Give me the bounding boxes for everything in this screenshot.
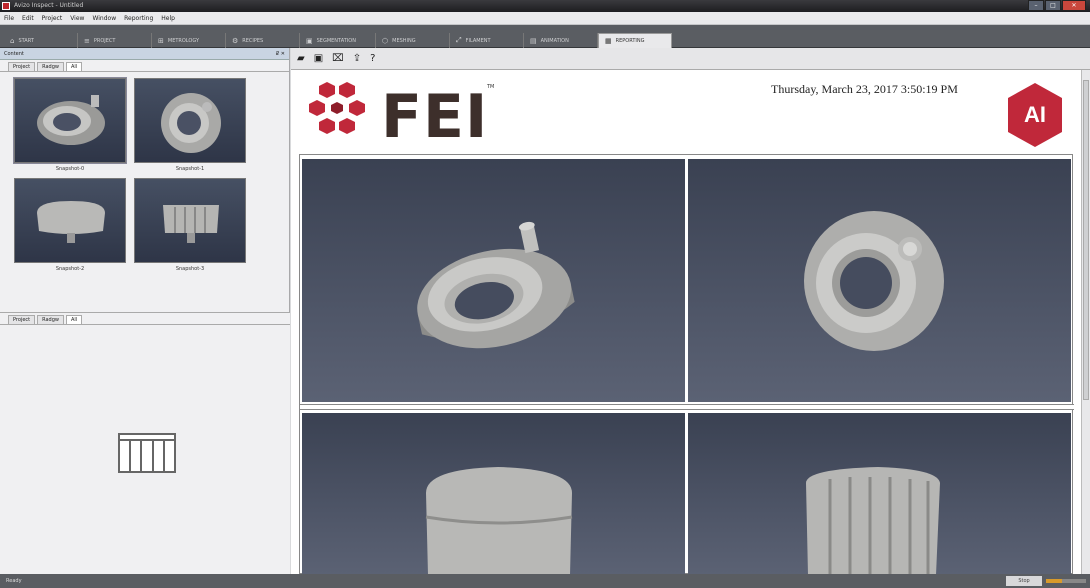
snapshot-thumbnail[interactable] <box>14 178 126 263</box>
menu-window[interactable]: Window <box>92 15 116 22</box>
gear-part-image <box>806 467 940 575</box>
gear-part-image <box>417 221 575 349</box>
ai-badge: AI <box>1006 82 1064 148</box>
list-icon: ≡ <box>84 36 90 45</box>
content-panel-title: Content <box>4 50 24 57</box>
status-text: Ready <box>6 578 22 584</box>
gear-part-image <box>161 93 221 153</box>
progress-bar <box>1046 579 1086 583</box>
properties-panel: Project Radgw All <box>0 312 290 574</box>
grid-divider <box>300 404 1074 410</box>
tab-reporting[interactable]: ▦ REPORTING <box>598 33 672 48</box>
lower-tabs: Project Radgw All <box>0 313 290 325</box>
tab-project[interactable]: ≡ PROJECT <box>78 33 152 48</box>
snapshot-label: Snapshot-2 <box>55 266 85 272</box>
tab-animation[interactable]: ▤ ANIMATION <box>524 33 598 48</box>
table-icon <box>118 433 176 473</box>
tab-project-lower[interactable]: Project <box>8 315 36 324</box>
content-tabs: Project Radgw All <box>0 60 289 72</box>
grid-icon: ⊞ <box>158 36 164 45</box>
window-title: Avizo Inspect - Untitled <box>14 2 84 9</box>
menu-file[interactable]: File <box>4 15 14 22</box>
snapshot-thumbnail[interactable] <box>134 78 246 163</box>
snapshot-grid <box>299 154 1074 575</box>
gear-part-image <box>804 211 944 351</box>
film-icon: ▤ <box>530 36 537 45</box>
report-icon: ▦ <box>605 37 612 45</box>
snapshot-label: Snapshot-0 <box>55 166 85 172</box>
menu-help[interactable]: Help <box>161 15 175 22</box>
help-icon[interactable]: ? <box>370 53 375 64</box>
trademark: TM <box>487 84 495 90</box>
tab-recipes[interactable]: ⚙ RECIPES <box>226 33 300 48</box>
menu-bar: File Edit Project View Window Reporting … <box>0 12 1090 25</box>
app-icon <box>2 2 10 10</box>
tab-all-lower[interactable]: All <box>65 315 83 324</box>
status-bar: Ready Stop <box>0 574 1090 588</box>
title-bar: Avizo Inspect - Untitled – □ ✕ <box>0 0 1090 12</box>
report-datetime: Thursday, March 23, 2017 3:50:19 PM <box>771 82 958 96</box>
tab-all-filter[interactable]: All <box>65 62 83 71</box>
tab-segmentation[interactable]: ▣ SEGMENTATION <box>300 33 376 48</box>
progress-fill <box>1046 579 1062 583</box>
tab-radgw-lower[interactable]: Radgw <box>37 315 64 324</box>
panel-controls[interactable]: ₽ ✕ <box>276 51 285 57</box>
fei-logo: FEI TM <box>301 80 494 152</box>
menu-reporting[interactable]: Reporting <box>124 15 153 22</box>
delete-icon[interactable]: ⌧ <box>332 53 344 64</box>
status-controls: Stop <box>1006 576 1086 586</box>
tab-meshing[interactable]: ⬡ MESHING <box>376 33 450 48</box>
segment-icon: ▣ <box>306 36 313 45</box>
report-scrollbar[interactable] <box>1081 70 1090 574</box>
brand-name: FEI <box>381 82 489 152</box>
scrollbar-thumb[interactable] <box>1083 80 1089 400</box>
report-image[interactable] <box>688 159 1071 402</box>
gear-part-image <box>163 205 219 243</box>
gear-icon: ⚙ <box>232 36 239 45</box>
tab-start[interactable]: ⌂ START <box>4 33 78 48</box>
minimize-button[interactable]: – <box>1028 0 1044 11</box>
menu-edit[interactable]: Edit <box>22 15 34 22</box>
close-button[interactable]: ✕ <box>1062 0 1086 11</box>
snapshot-thumbnail[interactable] <box>13 77 127 164</box>
snapshot-thumbnail[interactable] <box>134 178 246 263</box>
ai-badge-label: AI <box>1024 102 1046 127</box>
window-controls: – □ ✕ <box>1028 0 1086 11</box>
report-image[interactable] <box>302 159 685 402</box>
snapshot-gallery: Snapshot-0 Snapshot-1 Snapshot-2 Snapsho… <box>0 72 289 312</box>
tab-metrology[interactable]: ⊞ METROLOGY <box>152 33 226 48</box>
save-icon[interactable]: ▣ <box>314 53 323 64</box>
export-icon[interactable]: ⇪ <box>353 53 361 64</box>
home-icon: ⌂ <box>10 36 15 45</box>
open-folder-icon[interactable]: ▰ <box>297 53 305 64</box>
snapshot-label: Snapshot-3 <box>175 266 205 272</box>
report-page: FEI TM Thursday, March 23, 2017 3:50:19 … <box>291 70 1081 575</box>
gear-part-image <box>37 95 105 145</box>
stop-button[interactable]: Stop <box>1006 576 1042 586</box>
tab-project-filter[interactable]: Project <box>8 62 36 71</box>
content-panel: Content ₽ ✕ Project Radgw All Snapshot-0 <box>0 48 290 574</box>
workspace-tabs: ⌂ START ≡ PROJECT ⊞ METROLOGY ⚙ RECIPES ▣ SEG… <box>0 25 1090 48</box>
content-panel-header: Content ₽ ✕ <box>0 48 289 60</box>
maximize-button[interactable]: □ <box>1045 0 1061 11</box>
tab-filament[interactable]: ⤢ FILAMENT <box>450 33 524 48</box>
gear-part-image <box>425 467 573 575</box>
gear-part-image <box>37 201 105 243</box>
report-image[interactable] <box>302 413 685 575</box>
mesh-icon: ⬡ <box>382 36 389 45</box>
report-toolbar: ▰ ▣ ⌧ ⇪ ? <box>291 48 1090 70</box>
menu-view[interactable]: View <box>70 15 84 22</box>
menu-project[interactable]: Project <box>42 15 63 22</box>
filament-icon: ⤢ <box>456 36 462 44</box>
report-image[interactable] <box>688 413 1071 575</box>
snapshot-label: Snapshot-1 <box>175 166 205 172</box>
tab-radgw-filter[interactable]: Radgw <box>37 62 64 71</box>
hexagon-logo-icon <box>309 82 365 134</box>
